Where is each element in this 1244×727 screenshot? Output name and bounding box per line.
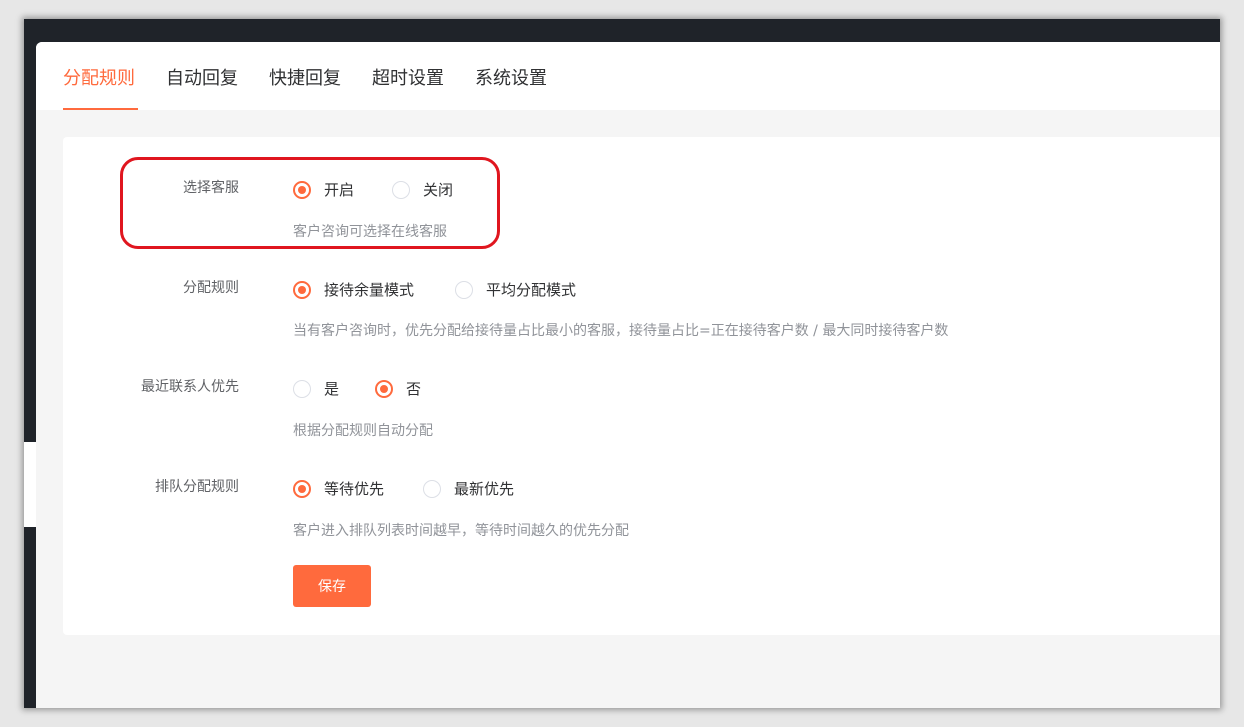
tab-assign-rule[interactable]: 分配规则 [63,64,135,90]
recent-contact-label: 最近联系人优先 [141,379,239,395]
radio-unchecked-icon [392,180,410,199]
radio-label: 否 [406,380,422,398]
radio-label: 接待余量模式 [324,281,415,299]
tab-timeout-settings[interactable]: 超时设置 [372,64,444,90]
radio-unchecked-icon [293,379,311,398]
screenshot-frame: 分配规则 自动回复 快捷回复 超时设置 系统设置 选择客服 开启 关闭 客户咨询… [0,0,1244,727]
radio-checked-icon [293,180,311,199]
active-tab-indicator [63,108,138,110]
queue-rule-newest-radio[interactable]: 最新优先 [423,478,514,499]
recent-contact-hint: 根据分配规则自动分配 [293,423,433,439]
tab-system-settings[interactable]: 系统设置 [475,64,547,90]
select-agent-label: 选择客服 [183,180,239,196]
tab-bar: 分配规则 自动回复 快捷回复 超时设置 系统设置 [36,42,1220,110]
tab-quick-reply[interactable]: 快捷回复 [269,64,341,90]
radio-checked-icon [293,280,311,299]
radio-checked-icon [375,379,393,398]
form-card: 选择客服 开启 关闭 客户咨询可选择在线客服 分配规则 接待余量模式 平均分配模… [63,137,1220,635]
tab-auto-reply[interactable]: 自动回复 [166,64,238,90]
recent-contact-no-radio[interactable]: 否 [375,378,421,399]
radio-label: 平均分配模式 [486,281,577,299]
queue-rule-waiting-radio[interactable]: 等待优先 [293,478,384,499]
queue-rule-label: 排队分配规则 [155,479,239,495]
assign-rule-average-radio[interactable]: 平均分配模式 [455,279,576,300]
sidebar-edge [24,442,36,527]
assign-rule-hint: 当有客户咨询时，优先分配给接待量占比最小的客服，接待量占比=正在接待客户数 / … [293,323,949,339]
radio-label: 关闭 [423,181,454,199]
radio-label: 开启 [324,181,355,199]
save-button[interactable]: 保存 [293,565,371,607]
select-agent-off-radio[interactable]: 关闭 [392,179,453,200]
recent-contact-yes-radio[interactable]: 是 [293,378,339,399]
assign-rule-remaining-radio[interactable]: 接待余量模式 [293,279,414,300]
settings-panel: 分配规则 自动回复 快捷回复 超时设置 系统设置 选择客服 开启 关闭 客户咨询… [36,42,1220,708]
radio-label: 是 [324,380,340,398]
assign-rule-label: 分配规则 [183,280,239,296]
queue-rule-hint: 客户进入排队列表时间越早，等待时间越久的优先分配 [293,523,629,539]
radio-unchecked-icon [455,280,473,299]
radio-label: 等待优先 [324,480,385,498]
radio-unchecked-icon [423,479,441,498]
select-agent-on-radio[interactable]: 开启 [293,179,354,200]
radio-checked-icon [293,479,311,498]
app-window: 分配规则 自动回复 快捷回复 超时设置 系统设置 选择客服 开启 关闭 客户咨询… [24,19,1220,708]
radio-label: 最新优先 [454,480,515,498]
select-agent-hint: 客户咨询可选择在线客服 [293,224,447,240]
